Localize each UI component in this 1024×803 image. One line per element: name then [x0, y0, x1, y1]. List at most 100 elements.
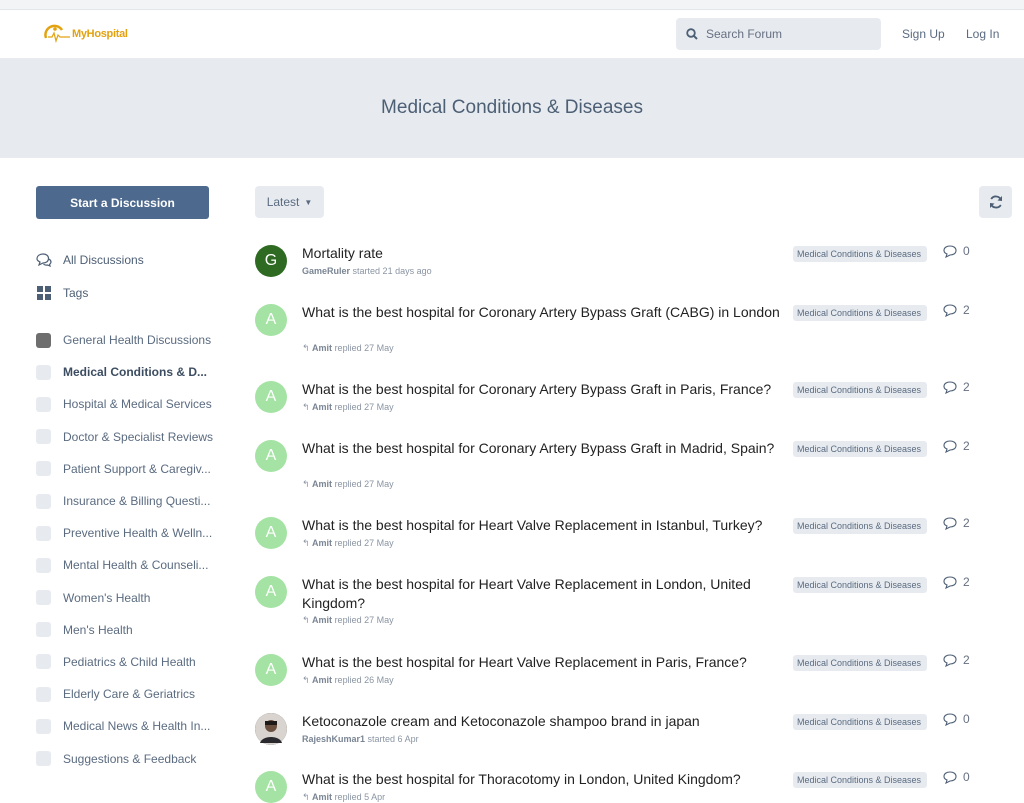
refresh-button[interactable] — [979, 186, 1012, 218]
discussion-title[interactable]: What is the best hospital for Thoracotom… — [302, 770, 782, 789]
reply-count: 0 — [943, 244, 970, 258]
start-discussion-button[interactable]: Start a Discussion — [36, 186, 209, 219]
tag-badge[interactable]: Medical Conditions & Diseases — [793, 305, 927, 321]
activity-time: replied 27 May — [334, 615, 394, 625]
sidebar-tag-item[interactable]: Preventive Health & Welln... — [36, 517, 216, 549]
tag-badge[interactable]: Medical Conditions & Diseases — [793, 382, 927, 398]
tag-badge[interactable]: Medical Conditions & Diseases — [793, 246, 927, 262]
reply-count-number: 2 — [963, 439, 970, 453]
sidebar-tag-item[interactable]: Doctor & Specialist Reviews — [36, 421, 216, 453]
sidebar-tag-item[interactable]: Pediatrics & Child Health — [36, 646, 216, 678]
discussion-meta: ↰ Amit replied 5 Apr — [302, 792, 385, 803]
search-box[interactable] — [676, 18, 881, 50]
user-avatar[interactable]: A — [255, 381, 287, 413]
tag-badge[interactable]: Medical Conditions & Diseases — [793, 518, 927, 534]
sidebar-tag-item[interactable]: Hospital & Medical Services — [36, 388, 216, 420]
search-input[interactable] — [706, 27, 866, 41]
author-name[interactable]: Amit — [312, 538, 332, 548]
discussion-meta: ↰ Amit replied 26 May — [302, 675, 394, 686]
nav-tags[interactable]: Tags — [36, 276, 216, 309]
user-avatar[interactable]: A — [255, 517, 287, 549]
login-link[interactable]: Log In — [966, 27, 999, 41]
sidebar-tag-item[interactable]: Patient Support & Caregiv... — [36, 453, 216, 485]
discussion-meta: ↰ Amit replied 27 May — [302, 479, 394, 490]
discussion-title[interactable]: What is the best hospital for Heart Valv… — [302, 516, 782, 535]
nav-all-discussions[interactable]: All Discussions — [36, 243, 216, 276]
reply-icon: ↰ — [302, 615, 313, 625]
logo[interactable]: MyHospital — [42, 24, 128, 44]
discussion-meta: GameRuler started 21 days ago — [302, 266, 432, 276]
tag-color-swatch — [36, 557, 51, 573]
sidebar-tag-item[interactable]: Women's Health — [36, 582, 216, 614]
tag-color-swatch — [36, 364, 51, 380]
author-name[interactable]: Amit — [312, 792, 332, 802]
comment-icon — [943, 244, 957, 258]
tag-label: Medical Conditions & D... — [63, 365, 208, 380]
tag-list: General Health Discussions Medical Condit… — [36, 324, 216, 775]
reply-count: 2 — [943, 439, 970, 453]
comment-icon — [943, 516, 957, 530]
comment-icon — [943, 380, 957, 394]
author-name[interactable]: Amit — [312, 343, 332, 353]
tag-badge[interactable]: Medical Conditions & Diseases — [793, 655, 927, 671]
reply-count-number: 2 — [963, 653, 970, 667]
discussion-title[interactable]: Ketoconazole cream and Ketoconazole sham… — [302, 712, 782, 731]
author-name[interactable]: RajeshKumar1 — [302, 734, 365, 744]
activity-time: replied 27 May — [334, 538, 394, 548]
sort-label: Latest — [266, 195, 300, 209]
tag-color-swatch — [36, 622, 51, 638]
reply-icon: ↰ — [302, 402, 313, 412]
user-avatar[interactable]: G — [255, 245, 287, 277]
sort-dropdown[interactable]: Latest ▼ — [255, 186, 324, 218]
discussion-title[interactable]: What is the best hospital for Coronary A… — [302, 380, 782, 399]
user-avatar[interactable]: A — [255, 440, 287, 472]
signup-link[interactable]: Sign Up — [902, 27, 945, 41]
activity-time: replied 26 May — [334, 675, 394, 685]
author-name[interactable]: GameRuler — [302, 266, 350, 276]
tag-label: Elderly Care & Geriatrics — [63, 687, 196, 702]
reply-count-number: 0 — [963, 770, 970, 784]
discussion-title[interactable]: What is the best hospital for Coronary A… — [302, 303, 782, 322]
reply-icon: ↰ — [302, 479, 313, 489]
tag-label: General Health Discussions — [63, 333, 212, 348]
activity-time: replied 27 May — [334, 343, 394, 353]
user-avatar[interactable]: A — [255, 654, 287, 686]
tag-label: Doctor & Specialist Reviews — [63, 429, 214, 444]
tag-badge[interactable]: Medical Conditions & Diseases — [793, 441, 927, 457]
discussion-title[interactable]: Mortality rate — [302, 244, 782, 263]
sidebar-tag-item[interactable]: Medical Conditions & D... — [36, 356, 216, 388]
tag-color-swatch — [36, 525, 51, 541]
nav-tags-label: Tags — [63, 285, 89, 300]
discussion-meta: ↰ Amit replied 27 May — [302, 343, 394, 354]
discussion-title[interactable]: What is the best hospital for Coronary A… — [302, 439, 782, 458]
nav-all-discussions-label: All Discussions — [63, 252, 144, 267]
reply-icon: ↰ — [302, 343, 313, 353]
user-avatar[interactable]: A — [255, 304, 287, 336]
tag-label: Pediatrics & Child Health — [63, 654, 196, 669]
sidebar-tag-item[interactable]: Mental Health & Counseli... — [36, 549, 216, 581]
tag-label: Patient Support & Caregiv... — [63, 461, 211, 476]
reply-count-number: 2 — [963, 575, 970, 589]
discussion-title[interactable]: What is the best hospital for Heart Valv… — [302, 653, 782, 672]
user-avatar[interactable] — [255, 713, 287, 745]
sidebar-tag-item[interactable]: Elderly Care & Geriatrics — [36, 678, 216, 710]
author-name[interactable]: Amit — [312, 675, 332, 685]
header: MyHospital Sign Up Log In — [0, 10, 1024, 58]
user-avatar[interactable]: A — [255, 576, 287, 608]
sidebar-tag-item[interactable]: Medical News & Health In... — [36, 710, 216, 742]
tag-label: Preventive Health & Welln... — [63, 526, 213, 541]
author-name[interactable]: Amit — [312, 615, 332, 625]
tag-color-swatch — [36, 493, 51, 509]
tag-badge[interactable]: Medical Conditions & Diseases — [793, 577, 927, 593]
sidebar-tag-item[interactable]: Men's Health — [36, 614, 216, 646]
author-name[interactable]: Amit — [312, 479, 332, 489]
reply-icon: ↰ — [302, 538, 313, 548]
author-name[interactable]: Amit — [312, 402, 332, 412]
discussion-title[interactable]: What is the best hospital for Heart Valv… — [302, 575, 782, 612]
sidebar-tag-item[interactable]: Suggestions & Feedback — [36, 742, 216, 774]
sidebar-tag-item[interactable]: Insurance & Billing Questi... — [36, 485, 216, 517]
sidebar-tag-item[interactable]: General Health Discussions — [36, 324, 216, 356]
tag-badge[interactable]: Medical Conditions & Diseases — [793, 714, 927, 730]
activity-time: started 6 Apr — [367, 734, 419, 744]
tag-badge[interactable]: Medical Conditions & Diseases — [793, 772, 927, 788]
